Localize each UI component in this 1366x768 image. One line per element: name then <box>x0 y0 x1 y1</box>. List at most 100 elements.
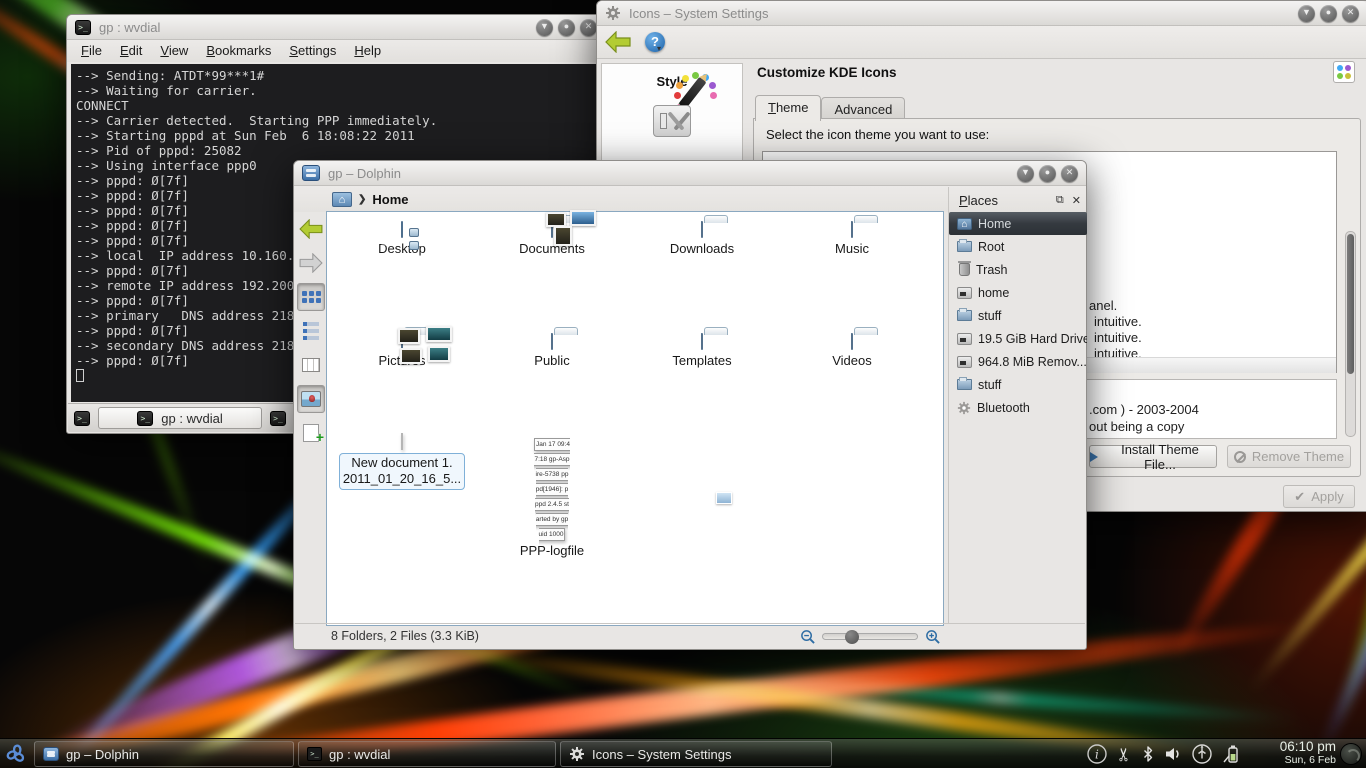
theme-credit-fragment: .com ) - 2003-2004 <box>1089 402 1199 417</box>
overview-grid-icon[interactable] <box>1333 61 1355 83</box>
place-home[interactable]: ⌂ Home <box>949 212 1087 235</box>
scrollbar[interactable] <box>1345 231 1356 437</box>
launcher-icon[interactable] <box>1 740 31 768</box>
folder-item-music[interactable]: Music <box>787 222 917 256</box>
removable-drive-icon <box>957 356 972 368</box>
taskbar-task-dolphin[interactable]: gp – Dolphin <box>34 741 294 767</box>
info-tray-icon[interactable]: i <box>1086 743 1108 765</box>
folder-item-videos[interactable]: Videos <box>787 334 917 368</box>
back-button[interactable] <box>605 31 631 53</box>
place-removable-drive[interactable]: 964.8 MiB Remov... <box>949 350 1087 373</box>
scrollbar-thumb[interactable] <box>1347 234 1354 374</box>
taskbar-task-system-settings[interactable]: Icons – System Settings <box>560 741 832 767</box>
columns-view-button[interactable] <box>297 351 325 379</box>
hard-drive-icon <box>957 333 972 345</box>
forward-button[interactable] <box>297 249 325 277</box>
minimize-button[interactable]: ▼ <box>1298 5 1315 22</box>
place-trash[interactable]: Trash <box>949 258 1087 281</box>
usb-device-icon[interactable] <box>1191 743 1213 765</box>
close-button[interactable]: ✕ <box>1061 165 1078 182</box>
konsole-menubar: File Edit View Bookmarks Settings Help <box>67 40 605 62</box>
menu-settings[interactable]: Settings <box>289 43 336 58</box>
chevron-down-icon[interactable]: ▾ <box>657 44 661 53</box>
volume-icon[interactable] <box>1164 746 1182 762</box>
folder-icon <box>851 333 853 350</box>
battery-device-icon[interactable] <box>1222 744 1240 764</box>
zoom-slider-knob[interactable] <box>845 630 859 644</box>
minimize-button[interactable]: ▼ <box>1017 165 1034 182</box>
place-root[interactable]: Root <box>949 235 1087 258</box>
dolphin-titlebar[interactable]: gp – Dolphin ▼ ● ✕ <box>294 161 1086 186</box>
maximize-button[interactable]: ● <box>1039 165 1056 182</box>
new-tab-button[interactable]: >_ <box>74 411 90 426</box>
folder-item-templates[interactable]: Templates <box>637 334 767 368</box>
home-folder-icon[interactable]: ⌂ <box>332 192 352 207</box>
konsole-tab[interactable]: >_ gp : wvdial <box>98 407 262 429</box>
dolphin-icon <box>302 165 320 181</box>
minimize-button[interactable]: ▼ <box>536 19 553 36</box>
zoom-out-icon[interactable] <box>800 629 815 644</box>
maximize-button[interactable]: ● <box>1320 5 1337 22</box>
dolphin-title: gp – Dolphin <box>328 166 401 181</box>
menu-view[interactable]: View <box>160 43 188 58</box>
close-panel-icon[interactable]: ✕ <box>1072 194 1081 207</box>
preview-toggle-button[interactable] <box>297 385 325 413</box>
file-item-new-document[interactable]: New document 1. 2011_01_20_16_5... <box>337 434 467 490</box>
place-hard-drive[interactable]: 19.5 GiB Hard Drive <box>949 327 1087 350</box>
folder-view[interactable]: Desktop Documents Downloads Music <box>326 211 944 626</box>
maximize-button[interactable]: ● <box>558 19 575 36</box>
preview-icon <box>301 391 321 407</box>
folder-icon <box>957 379 972 390</box>
sidebar-item-style[interactable]: Style <box>617 74 727 89</box>
import-icon <box>1090 452 1098 462</box>
place-bluetooth[interactable]: Bluetooth <box>949 396 1087 419</box>
close-button[interactable]: ✕ <box>1342 5 1359 22</box>
apply-button[interactable]: ✔ Apply <box>1283 485 1355 508</box>
clock-time: 06:10 pm <box>1244 740 1336 755</box>
tab-theme[interactable]: Theme <box>755 95 821 121</box>
breadcrumb-home[interactable]: Home <box>372 192 408 207</box>
icons-view-button[interactable] <box>297 283 325 311</box>
folder-item-documents[interactable]: Documents <box>487 222 617 256</box>
klipper-scissors-icon[interactable]: ✂ <box>1114 746 1135 761</box>
place-home-drive[interactable]: home <box>949 281 1087 304</box>
system-settings-titlebar[interactable]: Icons – System Settings ▼ ● ✕ <box>597 1 1366 26</box>
zoom-in-icon[interactable] <box>925 629 940 644</box>
help-button[interactable]: ? <box>645 32 665 52</box>
tab-list-button[interactable]: >_ <box>270 411 286 426</box>
folder-item-desktop[interactable]: Desktop <box>337 222 467 256</box>
folder-item-downloads[interactable]: Downloads <box>637 222 767 256</box>
menu-bookmarks[interactable]: Bookmarks <box>206 43 271 58</box>
konsole-tab-icon: >_ <box>137 411 153 426</box>
split-view-button[interactable] <box>297 419 325 447</box>
details-view-button[interactable] <box>297 317 325 345</box>
install-theme-button[interactable]: Install Theme File... <box>1089 445 1217 468</box>
konsole-titlebar[interactable]: >_ gp : wvdial ▼ ● ✕ <box>67 15 605 40</box>
panel-toolbox-cashew[interactable] <box>1340 743 1362 765</box>
clock[interactable]: 06:10 pm Sun, 6 Feb <box>1244 740 1336 766</box>
hardware-icon[interactable] <box>653 105 691 137</box>
theme-description-fragment: intuitive. <box>1094 330 1142 345</box>
folder-item-pictures[interactable]: Pictures <box>337 334 467 368</box>
folder-icon <box>957 310 972 321</box>
place-stuff-2[interactable]: stuff <box>949 373 1087 396</box>
float-panel-icon[interactable]: ⧉ <box>1056 194 1064 207</box>
columns-view-icon <box>302 358 320 372</box>
remove-theme-button[interactable]: Remove Theme <box>1227 445 1351 468</box>
theme-description-fragment: intuitive. <box>1094 314 1142 329</box>
menu-file[interactable]: File <box>81 43 102 58</box>
close-button[interactable]: ✕ <box>580 19 597 36</box>
icons-view-icon <box>302 291 321 303</box>
place-stuff[interactable]: stuff <box>949 304 1087 327</box>
back-button[interactable] <box>297 215 325 243</box>
taskbar-task-wvdial[interactable]: >_ gp : wvdial <box>298 741 556 767</box>
status-text: 8 Folders, 2 Files (3.3 KiB) <box>331 629 479 643</box>
file-item-ppp-logfile[interactable]: Jan 17 09:4 7:18 gp-Asp ire-5738 pp pd[1… <box>487 434 617 558</box>
trash-icon <box>959 263 970 276</box>
zoom-slider[interactable] <box>822 633 918 640</box>
menu-edit[interactable]: Edit <box>120 43 142 58</box>
system-tray: i ✂ <box>1086 739 1240 768</box>
bluetooth-icon[interactable] <box>1141 745 1155 763</box>
menu-help[interactable]: Help <box>354 43 381 58</box>
folder-item-public[interactable]: Public <box>487 334 617 368</box>
